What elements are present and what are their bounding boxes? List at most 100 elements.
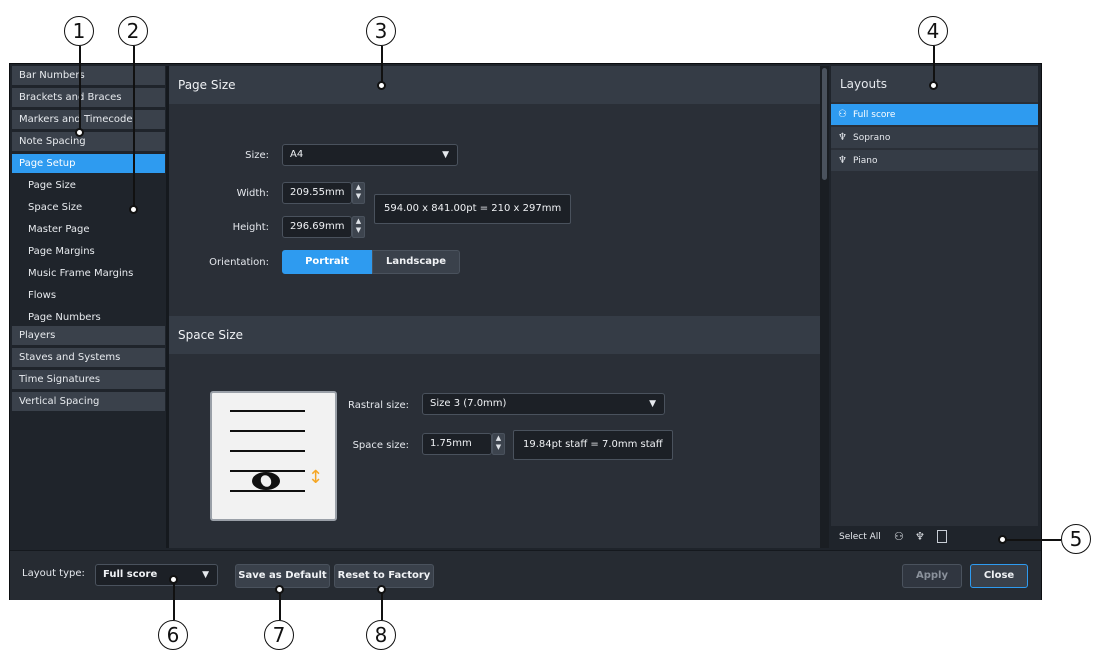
select-all-label: Select All (839, 532, 881, 542)
height-label: Height: (232, 222, 269, 233)
layout-type-dropdown[interactable]: Full score ▼ (95, 564, 218, 586)
rastral-size-label: Rastral size: (348, 400, 409, 411)
callout-6: 6 (158, 620, 188, 650)
staff-size-readout: 19.84pt staff = 7.0mm staff (513, 430, 673, 460)
chevron-down-icon: ▼ (442, 150, 449, 160)
callout-leader (173, 580, 175, 620)
category-players[interactable]: Players (12, 326, 165, 346)
chevron-down-icon: ▼ (355, 192, 362, 200)
callout-3: 3 (366, 16, 396, 46)
category-markers-and-timecode[interactable]: Markers and Timecode (12, 110, 165, 130)
callout-marker (75, 128, 84, 137)
save-as-default-button[interactable]: Save as Default (235, 564, 330, 588)
width-stepper[interactable]: ▲ ▼ (352, 182, 365, 204)
orientation-label: Orientation: (209, 257, 269, 268)
callout-8: 8 (366, 620, 396, 650)
staff-line (230, 450, 305, 452)
width-field[interactable]: 209.55mm (282, 182, 352, 204)
layout-item-full-score[interactable]: ⚇ Full score (831, 104, 1038, 126)
callout-leader (1005, 539, 1061, 541)
width-label: Width: (236, 188, 269, 199)
portrait-button[interactable]: Portrait (282, 250, 372, 274)
subcategory-page-size[interactable]: Page Size (28, 176, 76, 196)
category-time-signatures[interactable]: Time Signatures (12, 370, 165, 390)
chevron-up-icon: ▲ (355, 217, 362, 225)
rastral-size-dropdown[interactable]: Size 3 (7.0mm) ▼ (422, 393, 665, 415)
staff-line (230, 410, 305, 412)
callout-5: 5 (1061, 524, 1091, 554)
section-heading-space-size: Space Size (169, 316, 820, 354)
chevron-down-icon: ▼ (649, 399, 656, 409)
options-scrollbar-thumb[interactable] (822, 68, 827, 180)
apply-button[interactable]: Apply (902, 564, 962, 588)
category-page-setup[interactable]: Page Setup (12, 154, 165, 174)
subcategory-flows[interactable]: Flows (28, 286, 56, 306)
rastral-size-value: Size 3 (7.0mm) (430, 398, 507, 409)
subcategory-music-frame-margins[interactable]: Music Frame Margins (28, 264, 133, 284)
callout-leader (279, 590, 281, 620)
category-brackets-and-braces[interactable]: Brackets and Braces (12, 88, 165, 108)
layout-item-soprano[interactable]: ♆ Soprano (831, 127, 1038, 149)
close-button[interactable]: Close (970, 564, 1028, 588)
callout-marker (998, 535, 1007, 544)
section-heading-page-size: Page Size (169, 66, 820, 104)
chevron-up-icon: ▲ (495, 434, 502, 442)
whole-note-icon (252, 472, 280, 490)
subcategory-page-margins[interactable]: Page Margins (28, 242, 95, 262)
full-score-icon: ⚇ (838, 109, 847, 120)
chevron-down-icon: ▼ (495, 443, 502, 451)
subcategory-page-numbers[interactable]: Page Numbers (28, 308, 101, 328)
callout-1: 1 (64, 16, 94, 46)
subcategory-master-page[interactable]: Master Page (28, 220, 90, 240)
category-bar-numbers[interactable]: Bar Numbers (12, 66, 165, 86)
chevron-down-icon: ▼ (355, 226, 362, 234)
category-vertical-spacing[interactable]: Vertical Spacing (12, 392, 165, 412)
category-note-spacing[interactable]: Note Spacing (12, 132, 165, 152)
layout-name: Soprano (853, 133, 891, 143)
callout-leader (381, 46, 383, 84)
space-size-field[interactable]: 1.75mm (422, 433, 492, 455)
staff-line (230, 430, 305, 432)
callout-marker (929, 81, 938, 90)
select-parts-icon[interactable]: ♆ (915, 526, 925, 548)
options-panel: Page Size Size: A4 ▼ Width: 209.55mm ▲ ▼ … (169, 66, 820, 548)
callout-marker (275, 585, 284, 594)
layouts-panel: Layouts ⚇ Full score ♆ Soprano ♆ Piano S… (831, 66, 1038, 548)
callout-7: 7 (264, 620, 294, 650)
height-field[interactable]: 296.69mm (282, 216, 352, 238)
select-custom-icon[interactable] (937, 530, 947, 543)
category-staves-and-systems[interactable]: Staves and Systems (12, 348, 165, 368)
size-dropdown[interactable]: A4 ▼ (282, 144, 458, 166)
layout-type-label: Layout type: (22, 568, 85, 579)
page-dimensions-readout: 594.00 x 841.00pt = 210 x 297mm (374, 194, 572, 224)
space-size-stepper[interactable]: ▲ ▼ (492, 433, 505, 455)
staff-line (230, 490, 305, 492)
select-full-scores-icon[interactable]: ⚇ (894, 526, 904, 548)
height-stepper[interactable]: ▲ ▼ (352, 216, 365, 238)
callout-4: 4 (918, 16, 948, 46)
part-icon: ♆ (838, 132, 847, 143)
space-size-arrow-icon: ↕ (308, 467, 324, 488)
dialog-action-bar: Layout type: Full score ▼ Save as Defaul… (10, 550, 1041, 600)
callout-marker (377, 585, 386, 594)
layout-name: Piano (853, 156, 878, 166)
callout-marker (129, 205, 138, 214)
size-value: A4 (290, 149, 304, 160)
subcategory-space-size[interactable]: Space Size (28, 198, 82, 218)
reset-to-factory-button[interactable]: Reset to Factory (334, 564, 434, 588)
callout-marker (169, 575, 178, 584)
callout-leader (381, 590, 383, 620)
staff-size-preview: ↕ (210, 391, 337, 521)
landscape-button[interactable]: Landscape (372, 250, 460, 274)
callout-leader (79, 46, 81, 132)
layout-options-dialog: Bar Numbers Brackets and Braces Markers … (9, 63, 1042, 600)
part-icon: ♆ (838, 155, 847, 166)
callout-leader (933, 46, 935, 84)
size-label: Size: (245, 150, 269, 161)
callout-2: 2 (118, 16, 148, 46)
layout-item-piano[interactable]: ♆ Piano (831, 150, 1038, 172)
callout-leader (133, 46, 135, 208)
layout-type-value: Full score (103, 569, 158, 580)
callout-marker (377, 81, 386, 90)
space-size-label: Space size: (352, 440, 409, 451)
